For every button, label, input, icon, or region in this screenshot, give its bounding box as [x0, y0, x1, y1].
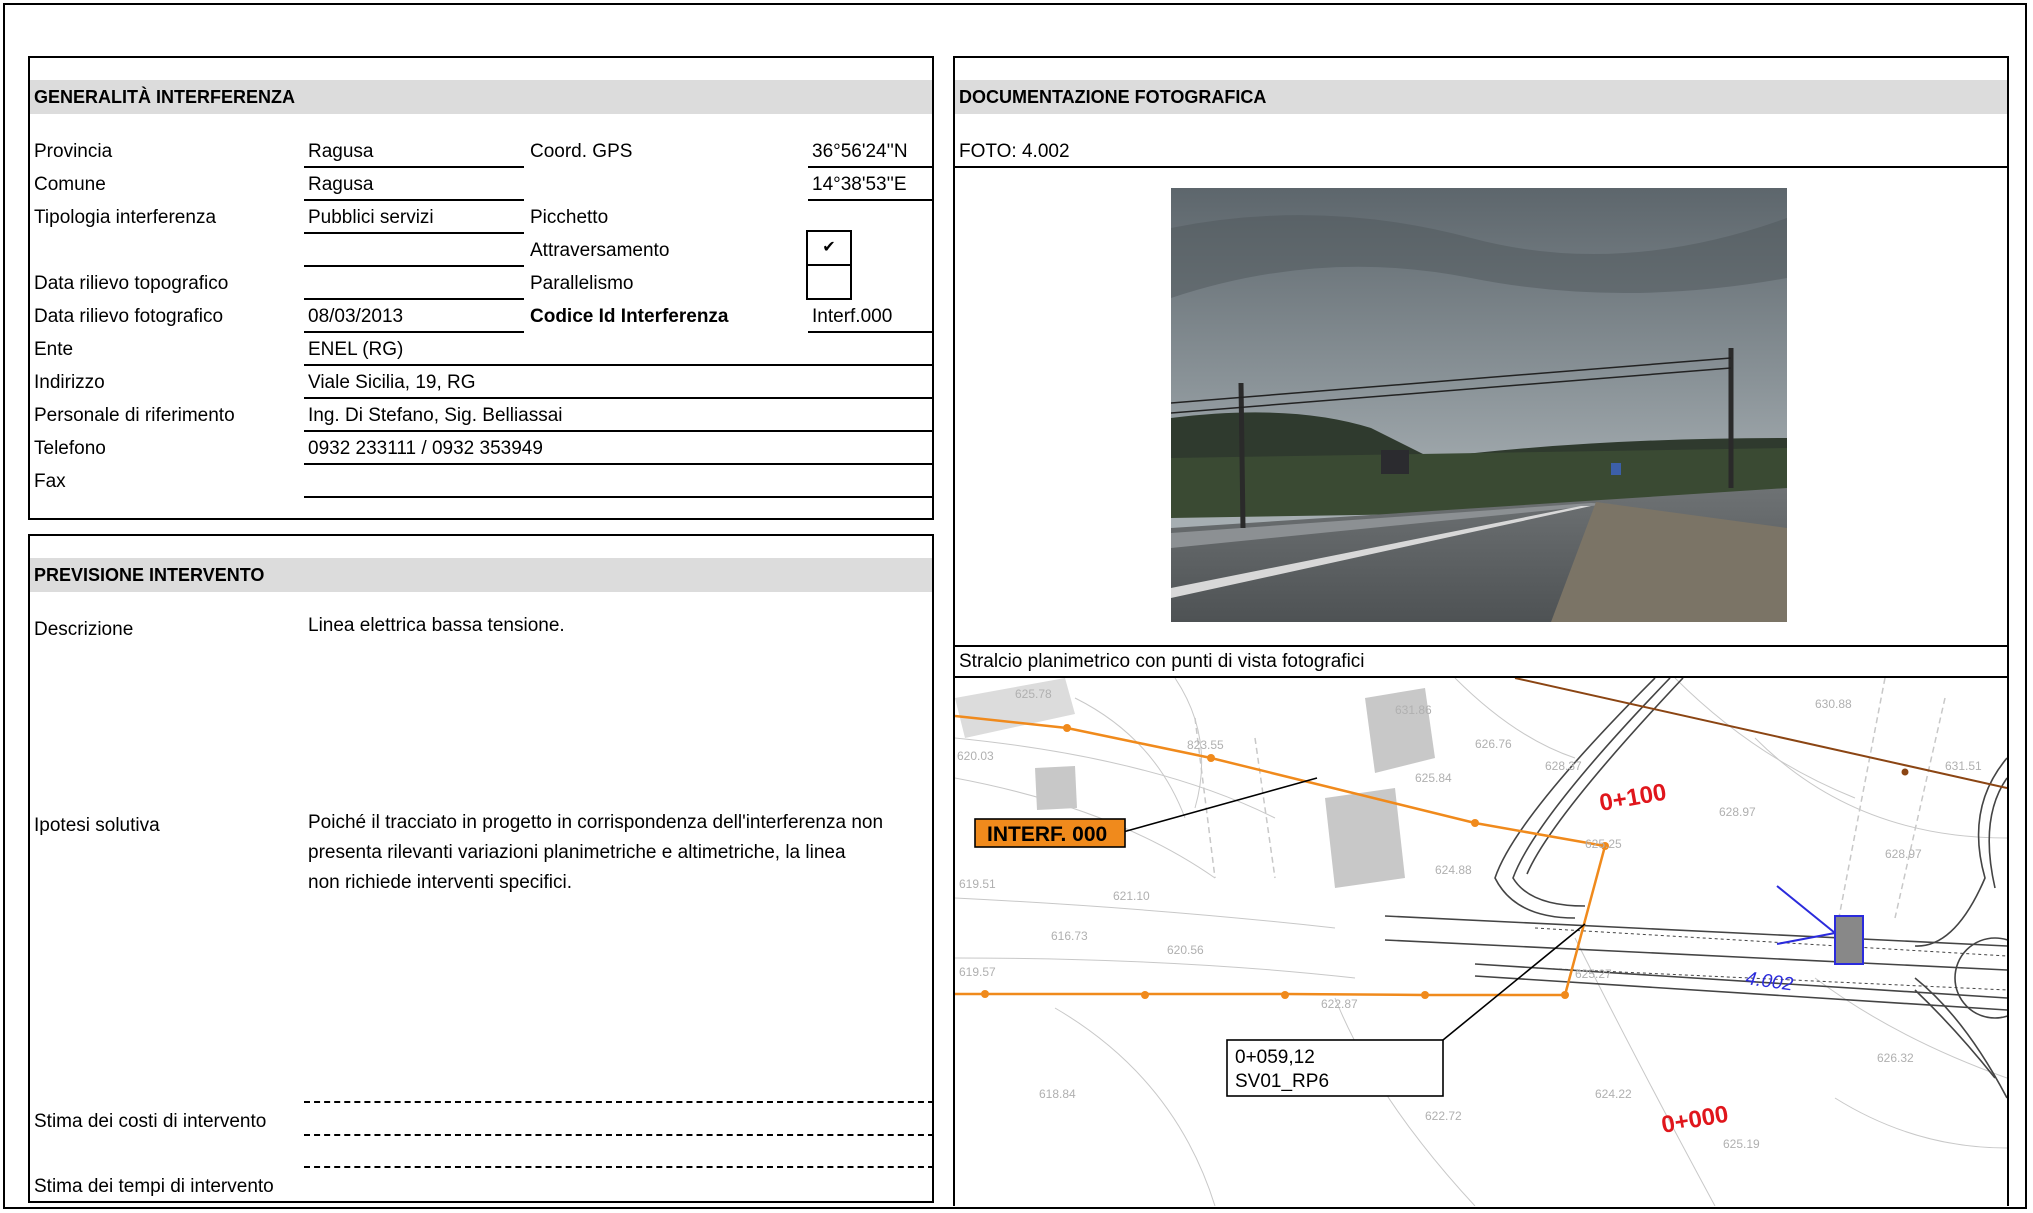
- spot-height: 622.87: [1321, 997, 1358, 1011]
- previsione-title: PREVISIONE INTERVENTO: [30, 558, 932, 592]
- spot-height: 624.88: [1435, 863, 1472, 877]
- spot-height: 625.19: [1723, 1137, 1760, 1151]
- tempi-label: Stima dei tempi di intervento: [34, 1176, 274, 1197]
- spot-height: 619.57: [959, 965, 996, 979]
- comune-value: Ragusa: [308, 174, 374, 195]
- coord-n-underline: [808, 166, 934, 168]
- descrizione-label: Descrizione: [34, 619, 134, 640]
- spot-height: 625.25: [1585, 837, 1622, 851]
- costi-dashed-top: [304, 1101, 934, 1103]
- tipologia-underline: [304, 232, 524, 234]
- comune-label: Comune: [34, 174, 106, 195]
- indirizzo-label: Indirizzo: [34, 372, 105, 393]
- ipotesi-line-1: Poiché il tracciato in progetto in corri…: [308, 812, 884, 833]
- ente-underline: [304, 364, 934, 366]
- personale-label: Personale di riferimento: [34, 405, 235, 426]
- chainage-100: 0+100: [1597, 779, 1668, 817]
- data-foto-label: Data rilievo fotografico: [34, 306, 224, 327]
- previsione-panel: PREVISIONE INTERVENTO Descrizione Linea …: [28, 534, 934, 1203]
- generalita-panel: GENERALITÀ INTERFERENZA Provincia Ragusa…: [28, 56, 934, 520]
- site-plan-map[interactable]: INTERF. 000 0+100 0+000 4.002 0+059,12 S…: [955, 678, 2007, 1206]
- callout-code: SV01_RP6: [1235, 1071, 1329, 1092]
- generalita-title: GENERALITÀ INTERFERENZA: [30, 80, 932, 114]
- parallelismo-checkbox[interactable]: [806, 264, 852, 300]
- fax-label: Fax: [34, 471, 66, 492]
- callout-chainage: 0+059,12: [1235, 1047, 1315, 1068]
- spot-height: 628.37: [1545, 759, 1582, 773]
- ipotesi-line-3: non richiede interventi specifici.: [308, 872, 573, 893]
- spot-height: 618.84: [1039, 1087, 1076, 1101]
- site-photo[interactable]: [1171, 188, 1787, 622]
- chainage-000: 0+000: [1659, 1101, 1730, 1139]
- spot-height: 619.51: [959, 877, 996, 891]
- fax-underline: [304, 496, 934, 498]
- stralcio-label: Stralcio planimetrico con punti di vista…: [959, 651, 1365, 672]
- photo-viewpoint-label: 4.002: [1744, 968, 1794, 995]
- codice-value: Interf.000: [812, 306, 893, 327]
- spot-height: 626.32: [1877, 1051, 1914, 1065]
- spot-height: 631.86: [1395, 703, 1432, 717]
- spot-height: 616.73: [1051, 929, 1088, 943]
- tipologia-value: Pubblici servizi: [308, 207, 434, 228]
- spot-height: 823.55: [1187, 738, 1224, 752]
- spot-height: 625.78: [1015, 687, 1052, 701]
- indirizzo-underline: [304, 397, 934, 399]
- foto-divider: [955, 166, 2007, 168]
- foto-label: FOTO: 4.002: [959, 141, 1070, 162]
- spot-height: 626.76: [1475, 737, 1512, 751]
- spot-height: 628.97: [1719, 805, 1756, 819]
- spot-height: 628.97: [1885, 847, 1922, 861]
- coord-label: Coord. GPS: [530, 141, 633, 162]
- parallelismo-label: Parallelismo: [530, 273, 634, 294]
- data-foto-underline: [304, 331, 524, 333]
- spot-height: 622.72: [1425, 1109, 1462, 1123]
- ente-label: Ente: [34, 339, 74, 360]
- ente-value: ENEL (RG): [308, 339, 404, 360]
- photo-divider: [955, 645, 2007, 647]
- data-topo-label: Data rilievo topografico: [34, 273, 229, 294]
- tempi-dashed-top: [304, 1166, 934, 1168]
- documentazione-title: DOCUMENTAZIONE FOTOGRAFICA: [955, 80, 2007, 114]
- coord-n-value: 36°56'24''N: [812, 141, 908, 162]
- spot-height: 620.56: [1167, 943, 1204, 957]
- blank-underline-1: [304, 265, 524, 267]
- codice-underline: [808, 331, 934, 333]
- spot-height: 625.27: [1575, 967, 1612, 981]
- indirizzo-value: Viale Sicilia, 19, RG: [308, 372, 476, 393]
- provincia-underline: [304, 166, 524, 168]
- ipotesi-line-2: presenta rilevanti variazioni planimetri…: [308, 842, 846, 863]
- ipotesi-label: Ipotesi solutiva: [34, 815, 160, 836]
- road-landscape-image: [1171, 188, 1787, 622]
- personale-value: Ing. Di Stefano, Sig. Belliassai: [308, 405, 563, 426]
- picchetto-label: Picchetto: [530, 207, 609, 228]
- provincia-value: Ragusa: [308, 141, 374, 162]
- telefono-value: 0932 233111 / 0932 353949: [308, 438, 543, 459]
- tipologia-label: Tipologia interferenza: [34, 207, 217, 228]
- interf-label: INTERF. 000: [987, 823, 1107, 846]
- provincia-label: Provincia: [34, 141, 113, 162]
- data-foto-value: 08/03/2013: [308, 306, 404, 327]
- spot-height: 631.51: [1945, 759, 1982, 773]
- attraversamento-checkbox[interactable]: ✔: [806, 230, 852, 266]
- planimetric-drawing: INTERF. 000 0+100 0+000 4.002 0+059,12 S…: [955, 678, 2007, 1206]
- spot-height: 620.03: [957, 749, 994, 763]
- descrizione-value: Linea elettrica bassa tensione.: [308, 615, 565, 636]
- coord-e-underline: [808, 199, 934, 201]
- spot-height: 621.10: [1113, 889, 1150, 903]
- costi-label: Stima dei costi di intervento: [34, 1111, 267, 1132]
- codice-label: Codice Id Interferenza: [530, 306, 729, 327]
- attraversamento-label: Attraversamento: [530, 240, 670, 261]
- spot-height: 624.22: [1595, 1087, 1632, 1101]
- telefono-label: Telefono: [34, 438, 106, 459]
- spot-height: 625.84: [1415, 771, 1452, 785]
- costi-dashed-bottom: [304, 1134, 934, 1136]
- spot-height: 630.88: [1815, 697, 1852, 711]
- comune-underline: [304, 199, 524, 201]
- personale-underline: [304, 430, 934, 432]
- coord-e-value: 14°38'53''E: [812, 174, 907, 195]
- telefono-underline: [304, 463, 934, 465]
- documentazione-panel: DOCUMENTAZIONE FOTOGRAFICA FOTO: 4.002 S…: [953, 56, 2009, 1206]
- data-topo-underline: [304, 298, 524, 300]
